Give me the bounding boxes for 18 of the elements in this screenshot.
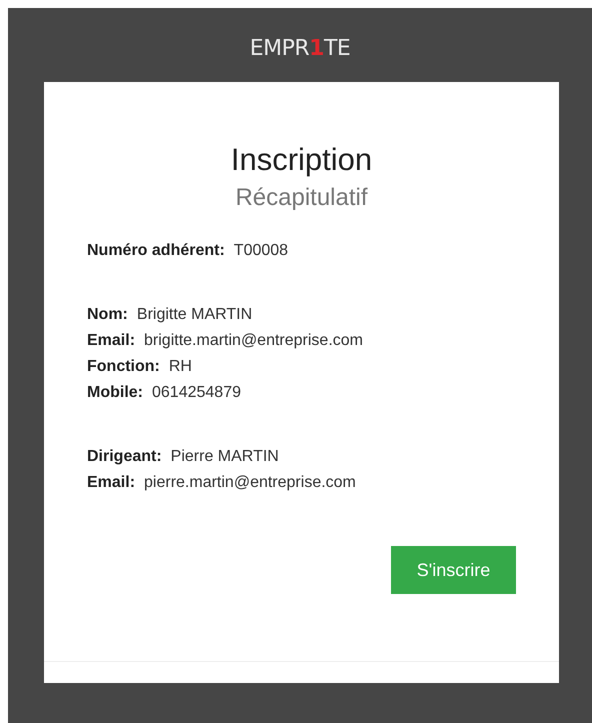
field-value: Pierre MARTIN [170, 447, 279, 467]
field-label: Email: [87, 473, 136, 493]
field-label: Email: [87, 331, 136, 351]
field-label: Numéro adhérent: [87, 241, 225, 261]
submit-button[interactable]: S'inscrire [391, 546, 516, 594]
field-value: Brigitte MARTIN [136, 305, 252, 325]
field-label: Mobile: [87, 383, 143, 403]
logo: EMPR1TE [250, 36, 350, 63]
field-value: T00008 [234, 241, 288, 261]
field-label: Nom: [87, 305, 128, 325]
page-title: Inscription [230, 142, 372, 178]
page-subtitle: Récapitulatif [235, 184, 368, 212]
field-label: Fonction: [87, 357, 160, 377]
field-value: pierre.martin@entreprise.com [144, 473, 356, 493]
field-value: brigitte.martin@entreprise.com [144, 331, 363, 351]
field-value: 0614254879 [152, 383, 241, 403]
field-value: RH [168, 357, 192, 377]
field-label: Dirigeant: [87, 447, 162, 467]
